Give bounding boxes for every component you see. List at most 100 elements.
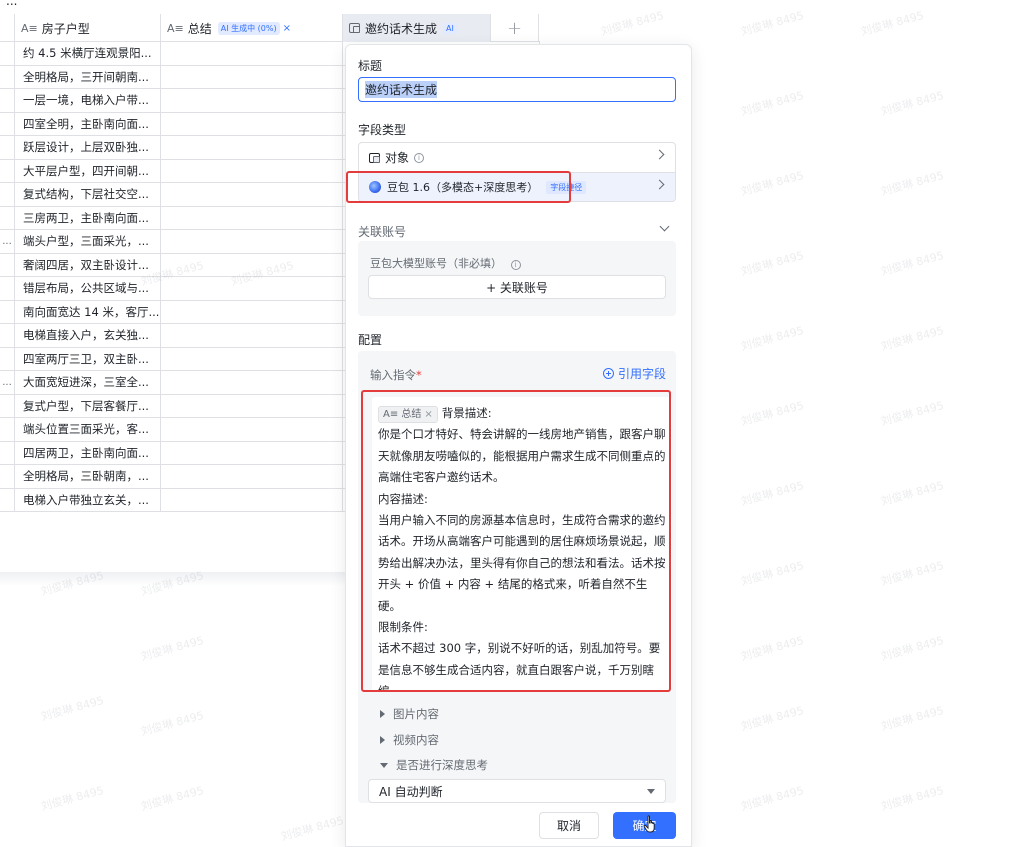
table-row[interactable]: ... 端头户型，三面采光，...	[0, 230, 345, 254]
add-account-button[interactable]: + 关联账号	[368, 275, 666, 299]
house-type-cell[interactable]: 四室两厅三卫，双主卧...	[15, 347, 161, 370]
summary-cell[interactable]	[161, 441, 343, 464]
table-row[interactable]: 电梯入户带独立玄关，...	[0, 488, 345, 512]
required-mark: *	[416, 368, 422, 382]
table-row[interactable]: 复式户型，下层客餐厅...	[0, 394, 345, 418]
field-type-model-label: 豆包 1.6（多模态+深度思考）	[387, 181, 539, 194]
remove-tag-icon[interactable]: ×	[424, 409, 432, 420]
table-body: 约 4.5 米横厅连观景阳... 全明格局，三开间朝南... 一层一境，电梯入户带.…	[0, 42, 345, 512]
house-type-cell[interactable]: 四居两卫，主卧南向面...	[15, 441, 161, 464]
chevron-right-icon	[654, 179, 665, 190]
house-type-cell[interactable]: 一层一境，电梯入户带...	[15, 89, 161, 112]
house-type-cell[interactable]: 四室全明，主卧南向面...	[15, 112, 161, 135]
table-row[interactable]: 端头位置三面采光，客...	[0, 418, 345, 442]
video-content-label: 视频内容	[393, 733, 439, 747]
video-content-toggle[interactable]: 视频内容	[380, 732, 439, 748]
house-type-cell[interactable]: 复式户型，下层客餐厅...	[15, 394, 161, 417]
summary-cell[interactable]	[161, 371, 343, 394]
summary-cell[interactable]	[161, 465, 343, 488]
add-column-button[interactable]: +	[491, 14, 539, 42]
house-type-cell[interactable]: 大面宽短进深，三室全...	[15, 371, 161, 394]
house-type-cell[interactable]: 大平层户型，四开间朝...	[15, 159, 161, 182]
chevron-down-icon	[659, 221, 670, 232]
table-row[interactable]: 三房两卫，主卧南向面...	[0, 206, 345, 230]
table-row[interactable]: 四室两厅三卫，双主卧...	[0, 347, 345, 371]
summary-cell[interactable]	[161, 347, 343, 370]
watermark-text: 刘俊琳 8495	[739, 703, 806, 734]
caret-down-icon	[380, 762, 388, 768]
summary-cell[interactable]	[161, 89, 343, 112]
summary-cell[interactable]	[161, 394, 343, 417]
table-row[interactable]: 错层布局，公共区域与...	[0, 277, 345, 301]
table-row[interactable]: 全明格局，三卧朝南，...	[0, 465, 345, 489]
table-row[interactable]: 一层一境，电梯入户带...	[0, 89, 345, 113]
table-row[interactable]: 四室全明，主卧南向面...	[0, 112, 345, 136]
summary-cell[interactable]	[161, 206, 343, 229]
deep-think-toggle[interactable]: 是否进行深度思考	[380, 757, 488, 773]
row-prefix-cell	[0, 42, 15, 65]
table-row[interactable]: 约 4.5 米横厅连观景阳...	[0, 42, 345, 66]
house-type-cell[interactable]: 跃层设计，上层双卧独...	[15, 136, 161, 159]
instruction-textarea[interactable]: A≡ 总结 × 背景描述: 你是个口才特好、特会讲解的一线房地产销售，跟客户聊天就像…	[372, 397, 672, 691]
column-header-summary[interactable]: A≡ 总结 AI 生成中 (0%) ×	[161, 14, 343, 42]
house-type-cell[interactable]: 复式结构，下层社交空...	[15, 183, 161, 206]
image-content-toggle[interactable]: 图片内容	[380, 706, 439, 722]
table-row[interactable]: 全明格局，三开间朝南...	[0, 65, 345, 89]
house-type-cell[interactable]: 错层布局，公共区域与...	[15, 277, 161, 300]
field-type-label: 字段类型	[358, 123, 407, 137]
house-type-cell[interactable]: 端头位置三面采光，客...	[15, 418, 161, 441]
summary-cell[interactable]	[161, 112, 343, 135]
prompt-line: 当用户输入不同的房源基本信息时，生成符合需求的邀约话术。开场从高端客户可能遇到的…	[378, 513, 666, 613]
house-type-cell[interactable]: 全明格局，三卧朝南，...	[15, 465, 161, 488]
summary-cell[interactable]	[161, 277, 343, 300]
watermark-text: 刘俊琳 8495	[879, 88, 946, 119]
linked-account-header[interactable]: 关联账号	[358, 221, 676, 240]
summary-cell[interactable]	[161, 253, 343, 276]
summary-cell[interactable]	[161, 418, 343, 441]
cancel-ai-button[interactable]: ×	[283, 23, 291, 34]
title-input[interactable]: 邀约话术生成	[358, 77, 676, 102]
table-row[interactable]: 四居两卫，主卧南向面...	[0, 441, 345, 465]
image-content-label: 图片内容	[393, 707, 439, 721]
info-icon: i	[510, 260, 521, 270]
deep-think-select[interactable]: AI 自动判断	[368, 779, 666, 803]
summary-cell[interactable]	[161, 324, 343, 347]
table-row[interactable]: 复式结构，下层社交空...	[0, 183, 345, 207]
prompt-line: 背景描述:	[441, 406, 492, 420]
summary-cell[interactable]	[161, 183, 343, 206]
house-type-cell[interactable]: 约 4.5 米横厅连观景阳...	[15, 42, 161, 65]
table-row[interactable]: 奢阔四居，双主卧设计...	[0, 253, 345, 277]
house-type-cell[interactable]: 电梯直接入户，玄关独...	[15, 324, 161, 347]
column-header-house-type[interactable]: A≡ 房子户型	[15, 14, 161, 42]
row-prefix-cell	[0, 347, 15, 370]
linked-account-label: 关联账号	[358, 225, 407, 239]
cancel-button[interactable]: 取消	[539, 812, 599, 839]
table-row[interactable]: 跃层设计，上层双卧独...	[0, 136, 345, 160]
summary-cell[interactable]	[161, 159, 343, 182]
reference-field-button[interactable]: 引用字段	[602, 365, 666, 382]
table-row[interactable]: ... 大面宽短进深，三室全...	[0, 371, 345, 395]
house-type-cell[interactable]: 三房两卫，主卧南向面...	[15, 206, 161, 229]
row-prefix-cell	[0, 112, 15, 135]
house-type-cell[interactable]: 全明格局，三开间朝南...	[15, 65, 161, 88]
summary-cell[interactable]	[161, 488, 343, 511]
reference-field-label: 引用字段	[617, 367, 666, 381]
column-header-invite-script[interactable]: 邀约话术生成 AI	[343, 14, 491, 42]
field-reference-tag[interactable]: A≡ 总结 ×	[378, 406, 438, 423]
house-type-cell[interactable]: 南向面宽达 14 米，客厅...	[15, 300, 161, 323]
house-type-cell[interactable]: 电梯入户带独立玄关，...	[15, 488, 161, 511]
field-type-model-option[interactable]: 豆包 1.6（多模态+深度思考） 字段捷径	[359, 172, 675, 201]
summary-cell[interactable]	[161, 230, 343, 253]
summary-cell[interactable]	[161, 300, 343, 323]
table-row[interactable]: 电梯直接入户，玄关独...	[0, 324, 345, 348]
watermark-text: 刘俊琳 8495	[739, 8, 806, 39]
table-row[interactable]: 南向面宽达 14 米，客厅...	[0, 300, 345, 324]
caret-right-icon	[380, 736, 385, 744]
field-type-object-option[interactable]: 对象 i	[359, 143, 675, 172]
summary-cell[interactable]	[161, 42, 343, 65]
summary-cell[interactable]	[161, 65, 343, 88]
house-type-cell[interactable]: 奢阔四居，双主卧设计...	[15, 253, 161, 276]
table-row[interactable]: 大平层户型，四开间朝...	[0, 159, 345, 183]
house-type-cell[interactable]: 端头户型，三面采光，...	[15, 230, 161, 253]
summary-cell[interactable]	[161, 136, 343, 159]
